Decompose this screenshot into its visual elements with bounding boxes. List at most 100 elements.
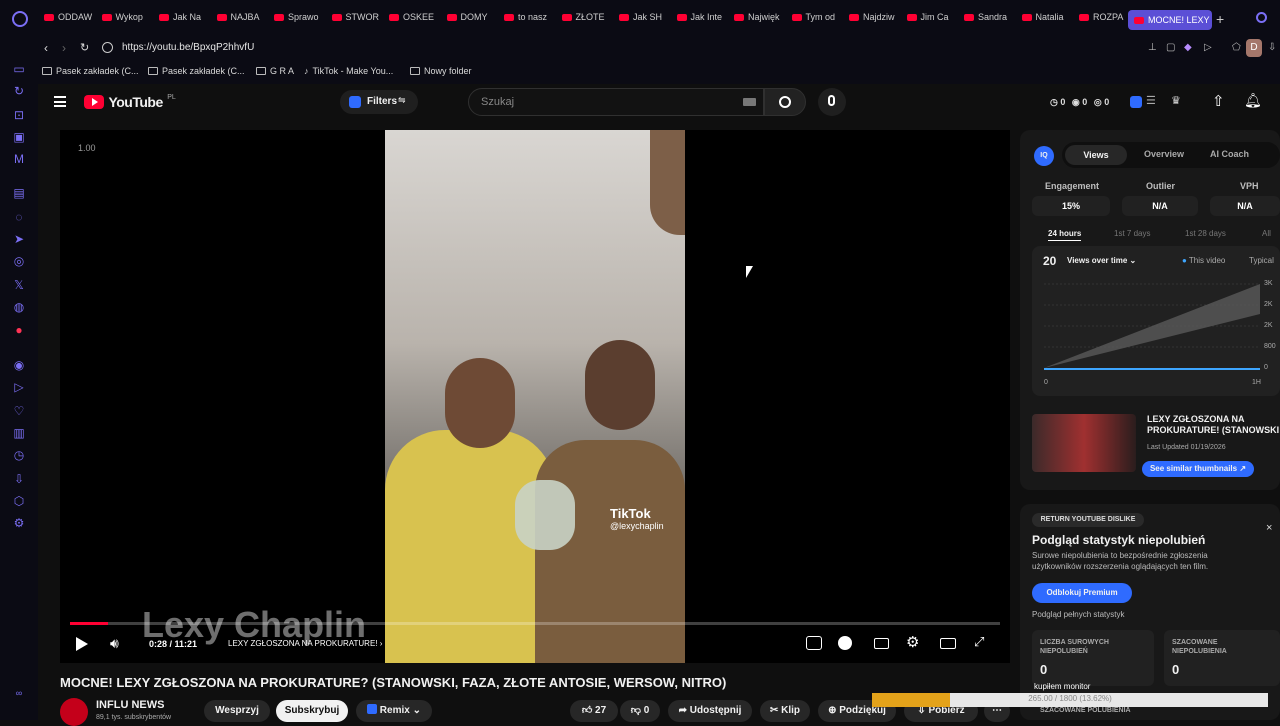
clip-button[interactable]: ✂ Klip xyxy=(760,700,810,722)
menu-icon[interactable] xyxy=(54,96,66,107)
theater-mode-icon[interactable] xyxy=(940,638,956,649)
browser-tab[interactable]: STWOR xyxy=(331,12,384,28)
channel-name[interactable]: INFLU NEWS xyxy=(96,699,164,711)
range-all[interactable]: All xyxy=(1262,229,1271,238)
dislike-button[interactable]: 👎︎ 0 xyxy=(620,700,660,722)
gamepad-icon[interactable]: ▥ xyxy=(12,426,26,440)
subscribe-button[interactable]: Subskrybuj xyxy=(276,700,348,722)
browser-tab[interactable]: ROZPA xyxy=(1079,12,1131,28)
heart-icon[interactable]: ♡ xyxy=(12,404,26,418)
search-button[interactable] xyxy=(764,88,806,116)
notifications-icon[interactable]: 🔔︎ xyxy=(1244,92,1262,109)
wallet-icon[interactable]: ▣ xyxy=(12,130,26,144)
bag-icon[interactable]: ⊡ xyxy=(12,108,26,122)
browser-tab[interactable]: MOCNE! LEXY xyxy=(1128,10,1212,30)
browser-tab[interactable]: ZŁOTE xyxy=(561,12,614,28)
browser-tab[interactable]: Wykop xyxy=(101,12,154,28)
video-player[interactable]: 1.00 TikTok @lexychaplin Lexy Chaplin 🔊︎… xyxy=(60,130,1010,663)
browser-tab[interactable]: Sandra xyxy=(964,12,1016,28)
messenger-icon[interactable]: ◌ xyxy=(12,210,26,224)
range-24h[interactable]: 24 hours xyxy=(1048,229,1082,241)
range-28d[interactable]: 1st 28 days xyxy=(1185,229,1226,238)
browser-tab[interactable]: Tym od xyxy=(791,12,844,28)
messenger-m-icon[interactable]: M xyxy=(12,152,26,166)
search-tabs-icon[interactable] xyxy=(1256,12,1267,23)
downloads-icon[interactable]: ⇩ xyxy=(1268,42,1276,53)
filters-button[interactable]: Filters ⇋ xyxy=(340,90,418,114)
browser-tab[interactable]: NAJBA xyxy=(216,12,269,28)
subtitles-icon[interactable] xyxy=(874,638,889,649)
forward-icon[interactable]: › xyxy=(62,41,66,55)
play-button[interactable] xyxy=(76,637,88,651)
browser-tab[interactable]: OSKEE xyxy=(389,12,441,28)
extensions-icon[interactable]: ⬠ xyxy=(1232,42,1241,53)
browser-tab[interactable]: Najwięk xyxy=(734,12,786,28)
screenshot-icon[interactable]: ▢ xyxy=(1166,42,1175,53)
channel-avatar[interactable] xyxy=(60,698,88,726)
shield-icon[interactable]: ◆ xyxy=(1184,42,1192,53)
volume-icon[interactable]: 🔊︎ xyxy=(110,635,119,652)
tab-ai-coach[interactable]: AI Coach xyxy=(1210,149,1249,159)
twitch-icon[interactable]: ▤ xyxy=(12,186,26,200)
browser-tab[interactable]: Natalia xyxy=(1021,12,1074,28)
upload-icon[interactable]: ⇧ xyxy=(1212,92,1225,110)
list-icon[interactable]: ☰ xyxy=(1146,94,1156,107)
new-tab-icon[interactable]: + xyxy=(1216,11,1224,27)
bookmark-folder-1[interactable]: Pasek zakładek (C... xyxy=(42,66,139,76)
send-icon[interactable]: ▷ xyxy=(12,380,26,394)
close-icon[interactable]: × xyxy=(1266,522,1272,534)
vidiq-header-icon[interactable] xyxy=(1130,96,1142,108)
browser-tab[interactable]: Sprawo xyxy=(274,12,326,28)
x-icon[interactable]: 𝕏 xyxy=(12,278,26,292)
browser-tab[interactable]: to nasz xyxy=(504,12,556,28)
discord-icon[interactable]: ◍ xyxy=(12,300,26,314)
pin-icon[interactable]: ⊥ xyxy=(1148,42,1157,53)
support-button[interactable]: Wesprzyj xyxy=(204,700,270,722)
browser-tab[interactable]: DOMY xyxy=(446,12,499,28)
search-input[interactable]: Szukaj xyxy=(468,88,764,116)
like-button[interactable]: 👍︎ 27 xyxy=(570,700,618,722)
voice-search-button[interactable] xyxy=(818,88,846,116)
instagram-icon[interactable]: ◎ xyxy=(12,254,26,268)
preview-stats-link[interactable]: Podgląd pełnych statystyk xyxy=(1032,610,1125,619)
bookmark-folder-gra[interactable]: G R A xyxy=(256,66,294,76)
tab-views[interactable]: Views xyxy=(1065,145,1127,165)
tab-overview[interactable]: Overview xyxy=(1144,149,1184,159)
app-red-icon[interactable]: ● xyxy=(12,323,26,337)
clock-icon[interactable]: ◷ xyxy=(12,448,26,462)
youtube-logo[interactable]: YouTube PL xyxy=(84,94,176,112)
settings-gear-icon[interactable]: ⚙ xyxy=(906,633,919,651)
range-7d[interactable]: 1st 7 days xyxy=(1114,229,1150,238)
trophy-icon[interactable]: ♛ xyxy=(1171,94,1181,107)
pause-toggle-icon[interactable] xyxy=(838,636,852,650)
browser-tab[interactable]: Jak Inte xyxy=(676,12,729,28)
bookmark-new-folder[interactable]: Nowy folder xyxy=(410,66,472,76)
browser-logo-icon[interactable] xyxy=(12,11,28,27)
share-button[interactable]: ➦ Udostępnij xyxy=(668,700,752,722)
progress-bar[interactable] xyxy=(70,622,1000,625)
browser-tab[interactable]: Najdziw xyxy=(849,12,901,28)
keyboard-icon[interactable] xyxy=(743,98,756,106)
download-icon[interactable]: ⇩ xyxy=(12,472,26,486)
url-text[interactable]: https://youtu.be/BpxqP2hhvfU xyxy=(122,42,254,53)
bookmark-tiktok[interactable]: ♪ TikTok - Make You... xyxy=(304,66,393,76)
remix-button[interactable]: Remix ⌄ xyxy=(356,700,432,722)
spotify-icon[interactable]: ◉ xyxy=(12,358,26,372)
reload-icon[interactable]: ↻ xyxy=(80,41,89,54)
thumbnail-image[interactable] xyxy=(1032,414,1136,472)
panel-icon[interactable]: ▭ xyxy=(12,62,26,76)
play-ext-icon[interactable]: ▷ xyxy=(1204,42,1212,53)
chapter-title[interactable]: LEXY ZGŁOSZONA NA PROKURATURE! › xyxy=(228,639,382,648)
back-icon[interactable]: ‹ xyxy=(44,41,48,55)
more-sidebar-icon[interactable]: ∞ xyxy=(12,686,26,700)
bookmark-folder-2[interactable]: Pasek zakładek (C... xyxy=(148,66,245,76)
similar-thumbnails-button[interactable]: See similar thumbnails ↗ xyxy=(1142,461,1254,477)
history-icon[interactable]: ↻ xyxy=(12,84,26,98)
profile-avatar[interactable]: D xyxy=(1246,39,1262,57)
vidiq-player-icon[interactable] xyxy=(806,636,822,650)
browser-tab[interactable]: Jak SH xyxy=(619,12,671,28)
browser-tab[interactable]: Jim Ca xyxy=(906,12,959,28)
cube-icon[interactable]: ⬡ xyxy=(12,494,26,508)
settings-icon[interactable]: ⚙ xyxy=(12,516,26,530)
fullscreen-icon[interactable]: ⤢ xyxy=(974,634,984,650)
